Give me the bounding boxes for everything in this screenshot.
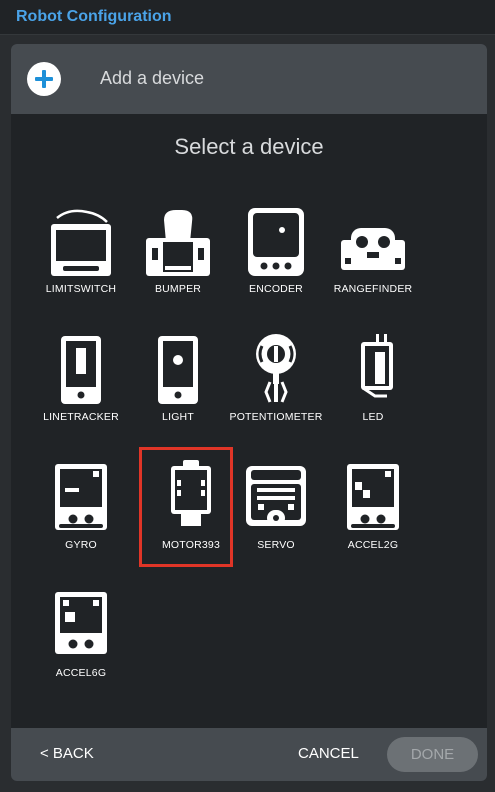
servo-icon (246, 466, 306, 526)
motor393-icon (171, 460, 211, 526)
accel2g-icon (347, 464, 399, 530)
back-button[interactable]: < BACK (40, 745, 94, 762)
rangefinder-icon (341, 228, 405, 270)
device-label: GYRO (65, 539, 97, 551)
encoder-icon (248, 208, 304, 276)
device-label: LED (362, 411, 384, 423)
device-tile-bumper[interactable]: BUMPER (128, 194, 228, 304)
gyro-icon (55, 464, 107, 530)
device-tile-potentiometer[interactable]: POTENTIOMETER (226, 322, 326, 432)
light-icon (158, 336, 198, 404)
bumper-icon (146, 210, 210, 276)
potentiometer-icon (256, 334, 296, 403)
device-tile-led[interactable]: LED (323, 322, 423, 432)
app-title: Robot Configuration (16, 8, 172, 25)
done-button[interactable]: DONE (387, 737, 478, 772)
led-icon (361, 334, 393, 398)
device-label: ACCEL2G (347, 539, 399, 551)
device-tile-encoder[interactable]: ENCODER (226, 194, 326, 304)
device-tile-accel6g[interactable]: ACCEL6G (31, 578, 131, 688)
plus-circle-icon (27, 62, 61, 96)
device-label: ACCEL6G (55, 667, 107, 679)
dialog-footer: < BACK CANCEL DONE (11, 728, 487, 781)
device-tile-linetracker[interactable]: LINETRACKER (31, 322, 131, 432)
linetracker-icon (61, 336, 101, 404)
limitswitch-icon (51, 209, 111, 276)
device-tile-rangefinder[interactable]: RANGEFINDER (323, 194, 423, 304)
dialog-header: Add a device (11, 44, 487, 114)
device-tile-accel2g[interactable]: ACCEL2G (323, 450, 423, 560)
accel6g-icon (55, 592, 107, 654)
device-tile-gyro[interactable]: GYRO (31, 450, 131, 560)
device-tile-servo[interactable]: SERVO (226, 450, 326, 560)
device-tile-light[interactable]: LIGHT (128, 322, 228, 432)
device-label: RANGEFINDER (333, 283, 413, 295)
title-bar: Robot Configuration (0, 0, 495, 35)
device-tile-limitswitch[interactable]: LIMITSWITCH (31, 194, 131, 304)
cancel-button[interactable]: CANCEL (298, 745, 359, 762)
select-device-title: Select a device (174, 134, 324, 159)
add-device-dialog: Add a device Select a device LIMITSWITCH… (11, 44, 487, 781)
dialog-header-label: Add a device (100, 68, 205, 88)
